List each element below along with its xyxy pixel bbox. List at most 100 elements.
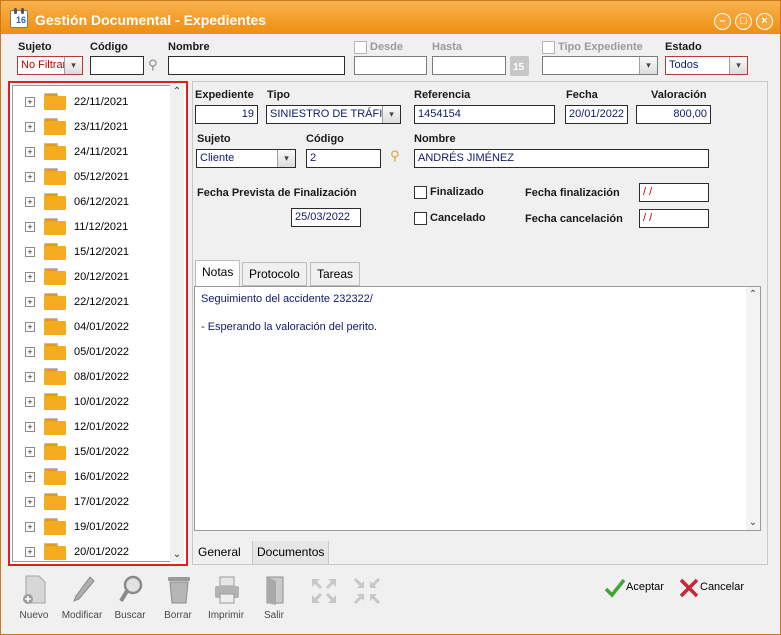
valoracion-input[interactable]: 800,00: [636, 105, 711, 124]
expedientes-date-tree[interactable]: +22/11/2021 +23/11/2021 +24/11/2021 +05/12/…: [8, 81, 188, 566]
tree-item[interactable]: +08/01/2022: [13, 365, 180, 390]
tree-item[interactable]: +11/12/2021: [13, 215, 180, 240]
tree-item[interactable]: +12/01/2022: [13, 415, 180, 440]
expand-plus-icon[interactable]: +: [25, 97, 35, 107]
tree-item[interactable]: +19/01/2022: [13, 515, 180, 540]
maximize-icon[interactable]: □: [735, 13, 752, 30]
expand-plus-icon[interactable]: +: [25, 322, 35, 332]
tree-item[interactable]: +04/01/2022: [13, 315, 180, 340]
desde-checkbox[interactable]: [354, 41, 367, 54]
aceptar-button[interactable]: Aceptar: [604, 577, 674, 599]
tree-item[interactable]: +23/11/2021: [13, 115, 180, 140]
tab-notas[interactable]: Notas: [195, 260, 241, 286]
tab-protocolo[interactable]: Protocolo: [242, 262, 307, 286]
key-search-icon[interactable]: ⚲: [148, 57, 158, 73]
chevron-down-icon[interactable]: ▾: [639, 57, 657, 74]
filter-sujeto-select[interactable]: No Filtrar ▾: [17, 56, 83, 75]
codigo-input[interactable]: 2: [306, 149, 381, 168]
tipo-expediente-checkbox[interactable]: [542, 41, 555, 54]
folder-icon: [44, 518, 66, 535]
close-icon[interactable]: ×: [756, 13, 773, 30]
printer-icon: [215, 576, 239, 604]
expand-plus-icon[interactable]: +: [25, 297, 35, 307]
expand-plus-icon[interactable]: +: [25, 197, 35, 207]
scroll-down-icon[interactable]: ⌄: [170, 548, 184, 562]
filter-estado-select[interactable]: Todos ▾: [665, 56, 748, 75]
cancelar-button[interactable]: Cancelar: [678, 577, 758, 599]
tree-item[interactable]: +15/01/2022: [13, 440, 180, 465]
expand-plus-icon[interactable]: +: [25, 147, 35, 157]
filter-hasta-input[interactable]: [432, 56, 506, 75]
tree-item[interactable]: +22/12/2021: [13, 290, 180, 315]
expand-plus-icon[interactable]: +: [25, 497, 35, 507]
tree-item[interactable]: +15/12/2021: [13, 240, 180, 265]
expand-icon[interactable]: [310, 577, 338, 605]
tipo-select[interactable]: SINIESTRO DE TRÁFICO ▾: [266, 105, 401, 124]
expediente-input[interactable]: 19: [195, 105, 258, 124]
finalizado-checkbox[interactable]: [414, 186, 427, 199]
scroll-up-icon[interactable]: ⌃: [170, 85, 184, 99]
tab-tareas[interactable]: Tareas: [310, 262, 361, 286]
imprimir-button[interactable]: Imprimir: [206, 573, 246, 623]
expand-plus-icon[interactable]: +: [25, 422, 35, 432]
expand-plus-icon[interactable]: +: [25, 222, 35, 232]
tree-item-label: 15/01/2022: [74, 446, 130, 458]
expand-plus-icon[interactable]: +: [25, 247, 35, 257]
expand-plus-icon[interactable]: +: [25, 347, 35, 357]
tree-scrollbar[interactable]: ⌃ ⌄: [170, 85, 184, 562]
tipo-value: SINIESTRO DE TRÁFICO: [270, 108, 399, 120]
nuevo-button[interactable]: Nuevo: [14, 573, 54, 623]
chevron-down-icon[interactable]: ▾: [382, 106, 400, 123]
cancelado-checkbox[interactable]: [414, 212, 427, 225]
collapse-icon[interactable]: [353, 577, 381, 605]
expand-plus-icon[interactable]: +: [25, 372, 35, 382]
tree-item[interactable]: +05/01/2022: [13, 340, 180, 365]
fecha-finalizacion-input[interactable]: / /: [639, 183, 709, 202]
calendar-icon[interactable]: 15: [510, 56, 529, 76]
tree-item[interactable]: +06/12/2021: [13, 190, 180, 215]
chevron-down-icon[interactable]: ▾: [277, 150, 295, 167]
expand-plus-icon[interactable]: +: [25, 272, 35, 282]
tree-item[interactable]: +20/01/2022: [13, 540, 180, 561]
fecha-cancelacion-input[interactable]: / /: [639, 209, 709, 228]
tab-documentos[interactable]: Documentos: [252, 541, 330, 565]
nombre-input[interactable]: ANDRÉS JIMÉNEZ: [414, 149, 709, 168]
chevron-down-icon[interactable]: ▾: [729, 57, 747, 74]
expand-plus-icon[interactable]: +: [25, 122, 35, 132]
tree-item[interactable]: +22/11/2021: [13, 90, 180, 115]
tab-general[interactable]: General: [194, 541, 245, 565]
fecha-prevista-input[interactable]: 25/03/2022: [291, 208, 361, 227]
notes-textarea[interactable]: Seguimiento del accidente 232322/ - Espe…: [194, 286, 761, 531]
notes-scrollbar[interactable]: ⌃ ⌄: [746, 287, 760, 530]
filter-desde-input[interactable]: [354, 56, 427, 75]
buscar-button[interactable]: Buscar: [110, 573, 150, 623]
expand-plus-icon[interactable]: +: [25, 172, 35, 182]
expand-plus-icon[interactable]: +: [25, 522, 35, 532]
scroll-up-icon[interactable]: ⌃: [746, 289, 760, 300]
tree-item[interactable]: +20/12/2021: [13, 265, 180, 290]
tree-item[interactable]: +10/01/2022: [13, 390, 180, 415]
filter-nombre-input[interactable]: [168, 56, 345, 75]
tree-item[interactable]: +17/01/2022: [13, 490, 180, 515]
tree-list[interactable]: +22/11/2021 +23/11/2021 +24/11/2021 +05/12/…: [12, 85, 180, 562]
filter-codigo-input[interactable]: [90, 56, 144, 75]
fecha-input[interactable]: 20/01/2022: [565, 105, 628, 124]
tree-item[interactable]: +05/12/2021: [13, 165, 180, 190]
expand-plus-icon[interactable]: +: [25, 447, 35, 457]
borrar-button[interactable]: Borrar: [158, 573, 198, 623]
expand-plus-icon[interactable]: +: [25, 472, 35, 482]
expand-plus-icon[interactable]: +: [25, 397, 35, 407]
chevron-down-icon[interactable]: ▾: [64, 57, 82, 74]
tree-item[interactable]: +24/11/2021: [13, 140, 180, 165]
referencia-input[interactable]: 1454154: [414, 105, 555, 124]
minimize-icon[interactable]: –: [714, 13, 731, 30]
scroll-down-icon[interactable]: ⌄: [746, 517, 760, 528]
modificar-button[interactable]: Modificar: [62, 573, 102, 623]
tree-item[interactable]: +16/01/2022: [13, 465, 180, 490]
salir-button[interactable]: Salir: [254, 573, 294, 623]
expand-plus-icon[interactable]: +: [25, 547, 35, 557]
filter-tipo-expediente-select[interactable]: ▾: [542, 56, 658, 75]
key-search-icon[interactable]: ⚲: [390, 148, 400, 164]
title-bar[interactable]: 16 Gestión Documental - Expedientes – □ …: [1, 1, 780, 34]
sujeto-select[interactable]: Cliente ▾: [196, 149, 296, 168]
